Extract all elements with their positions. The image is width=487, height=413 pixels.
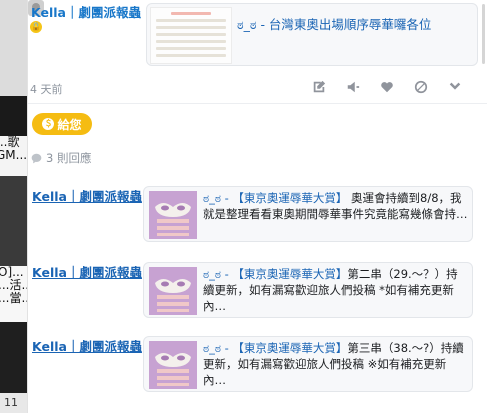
shared-post-thumbnail <box>150 7 232 64</box>
shared-post-card[interactable]: ಠ_ಠ - 台灣東奧出場順序辱華囉各位 <box>146 3 478 66</box>
like-button[interactable] <box>370 77 404 97</box>
reply-link-title: ಠ_ಠ - 【東京奧運辱華大賞】 <box>203 267 348 281</box>
reply-link-title: ಠ_ಠ - 【東京奧運辱華大賞】 <box>203 341 348 355</box>
comment-icon <box>31 153 42 163</box>
reply-link-text[interactable]: ಠ_ಠ - 【東京奧運辱華大賞】第二串（29.～？）持續更新，如有漏寫歡迎旅人們… <box>203 266 469 314</box>
background-image-dark <box>0 96 27 136</box>
original-post: 🔒 Kella｜劇團派報蟲 ಠ_ಠ - 台灣東奧出場順序辱華囉各位 4 天前 <box>28 0 487 100</box>
mask-thumbnail-icon <box>149 191 197 239</box>
background-page: ...歌 GM... O]... ...活... ...當... 11 <box>0 0 27 413</box>
reply-link-text[interactable]: ಠ_ಠ - 【東京奧運辱華大賞】 奧運會持續到8/8，我就是整理看看東奧期間辱華… <box>203 190 469 222</box>
more-button[interactable] <box>438 77 472 97</box>
reply-link-title: ಠ_ಠ - 【東京奧運辱華大賞】 <box>203 191 348 205</box>
mask-thumbnail-icon <box>149 341 197 389</box>
list-item: Kella｜劇團派報蟲 ಠ_ಠ - 【東京奧運辱華大賞】第二串（29.～？）持續… <box>28 262 487 324</box>
coin-icon: ＄ <box>42 118 55 130</box>
scrollbar[interactable] <box>482 4 485 64</box>
background-text-block: ...歌 GM... <box>0 136 27 176</box>
announce-button[interactable] <box>336 77 370 97</box>
block-button[interactable] <box>404 77 438 97</box>
list-item: Kella｜劇團派報蟲 ಠ_ಠ - 【東京奧運辱華大賞】 奧運會持續到8/8，我… <box>28 186 487 248</box>
background-image-mid <box>0 176 27 266</box>
lock-badge-icon: 🔒 <box>30 21 42 33</box>
edit-button[interactable] <box>302 77 336 97</box>
background-text-block-lower: O]... ...活... ...當... <box>0 266 27 322</box>
post-timestamp: 4 天前 <box>30 83 63 96</box>
reply-link-card[interactable]: ಠ_ಠ - 【東京奧運辱華大賞】第三串（38.～?）持續更新，如有漏寫歡迎旅人們… <box>143 336 473 392</box>
heart-icon <box>381 82 393 93</box>
give-coin-label: 給您 <box>57 117 82 132</box>
reply-author-link[interactable]: Kella｜劇團派報蟲 <box>32 336 142 355</box>
reply-link-card[interactable]: ಠ_ಠ - 【東京奧運辱華大賞】第二串（29.～？）持續更新，如有漏寫歡迎旅人們… <box>143 262 473 318</box>
background-counter: 11 <box>0 393 27 413</box>
block-icon <box>414 80 428 94</box>
background-image-bottom <box>0 322 27 394</box>
reply-author-link[interactable]: Kella｜劇團派報蟲 <box>32 262 142 281</box>
list-item: Kella｜劇團派報蟲 ಠ_ಠ - 【東京奧運辱華大賞】第三串（38.～?）持續… <box>28 336 487 398</box>
background-image-top <box>0 0 27 96</box>
chevron-down-icon <box>449 82 461 90</box>
reply-link-card[interactable]: ಠ_ಠ - 【東京奧運辱華大賞】 奧運會持續到8/8，我就是整理看看東奧期間辱華… <box>143 186 473 242</box>
reply-count-label: 3 則回應 <box>46 151 92 165</box>
mask-thumbnail-icon <box>149 267 197 315</box>
announce-icon <box>347 81 360 93</box>
post-actions <box>302 77 472 97</box>
give-coin-button[interactable]: ＄ 給您 <box>32 113 92 135</box>
post-author-link[interactable]: Kella｜劇團派報蟲 <box>31 2 141 21</box>
divider <box>28 103 487 104</box>
shared-post-title[interactable]: ಠ_ಠ - 台灣東奧出場順序辱華囉各位 <box>237 14 431 33</box>
edit-icon <box>313 80 326 93</box>
reply-link-text[interactable]: ಠ_ಠ - 【東京奧運辱華大賞】第三串（38.～?）持續更新，如有漏寫歡迎旅人們… <box>203 340 469 388</box>
reply-count[interactable]: 3 則回應 <box>31 150 91 166</box>
reply-author-link[interactable]: Kella｜劇團派報蟲 <box>32 186 142 205</box>
comment-panel: 🔒 Kella｜劇團派報蟲 ಠ_ಠ - 台灣東奧出場順序辱華囉各位 4 天前 ＄… <box>27 0 487 413</box>
